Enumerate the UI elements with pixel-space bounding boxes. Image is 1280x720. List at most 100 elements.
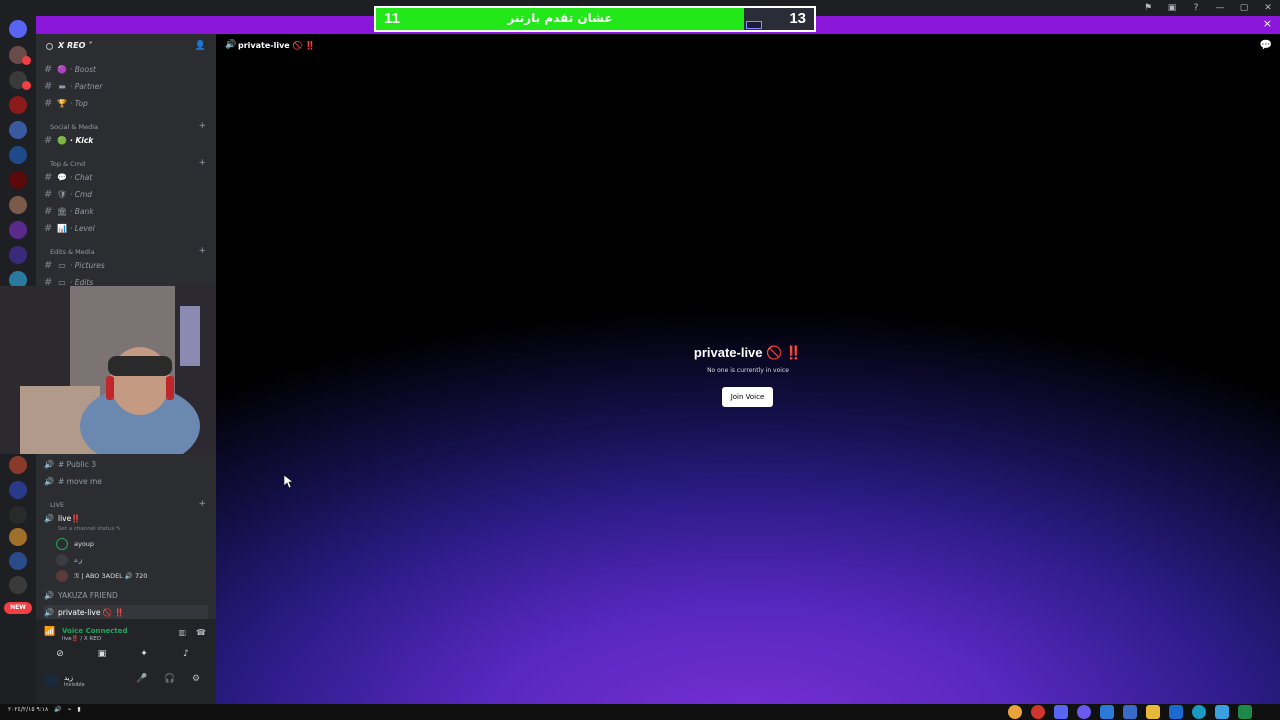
server-header[interactable]: X REO ˅ 👤 (36, 34, 216, 58)
hash-icon: # (44, 223, 53, 234)
voice-channel-private-live[interactable]: 🔊 private-live 🚫 ‼️ (44, 605, 208, 620)
voice-user[interactable]: ℛ | ABO 3ADEL 🔊 720 (56, 569, 147, 583)
noise-suppression-icon[interactable]: ▥ (178, 628, 186, 637)
voice-channel-label: # move me (58, 477, 102, 486)
edge-icon[interactable] (1192, 705, 1206, 719)
channel-label: · Pictures (70, 261, 105, 270)
category-edits-media[interactable]: Edits & Media (50, 248, 95, 256)
server-icon[interactable] (9, 246, 27, 264)
add-channel-icon[interactable]: + (198, 499, 206, 509)
soundboard-icon[interactable]: ♪ (168, 649, 204, 663)
microphone-icon[interactable]: 🎤 (136, 674, 147, 684)
excel-icon[interactable] (1238, 705, 1252, 719)
add-channel-icon[interactable]: + (198, 158, 206, 168)
channel-boost[interactable]: # 🟣 · Boost (44, 62, 208, 77)
help-icon[interactable]: ? (1184, 3, 1208, 13)
voice-channel-label: YAKUZA FRIEND (58, 591, 118, 600)
inbox-icon[interactable]: ▣ (1160, 3, 1184, 13)
channel-top[interactable]: # 🏆 · Top (44, 96, 208, 111)
signal-icon[interactable]: 📶 (44, 627, 55, 637)
tray-clock[interactable]: ٩:١٨ ٢٠٢٤/٢/١٥ (4, 706, 48, 713)
category-top-cmd[interactable]: Top & Cmd (50, 160, 85, 168)
add-channel-icon[interactable]: + (198, 121, 206, 131)
file-explorer-icon[interactable] (1146, 705, 1160, 719)
channel-status-setter[interactable]: Set a channel status ✎ (58, 526, 121, 532)
avatar (56, 538, 68, 550)
voice-user[interactable]: ayoup (56, 537, 94, 551)
server-icon[interactable] (9, 552, 27, 570)
channel-level[interactable]: # 📊 · Level (44, 221, 208, 236)
channel-emoji: 💬 (57, 173, 67, 182)
outlook-icon[interactable] (1169, 705, 1183, 719)
settings-gear-icon[interactable]: ⚙ (192, 674, 200, 684)
channel-label: · Chat (70, 173, 93, 182)
voice-channel-yakuza-friend[interactable]: 🔊 YAKUZA FRIEND (44, 588, 208, 603)
goal-progress-fill: 11 عشان تقدم بارتنر (376, 8, 744, 30)
server-icon[interactable] (9, 456, 27, 474)
channel-emoji: ▬ (58, 82, 66, 91)
server-icon[interactable] (9, 481, 27, 499)
add-channel-icon[interactable]: + (198, 246, 206, 256)
server-icon[interactable] (9, 121, 27, 139)
minimize-icon[interactable]: — (1208, 3, 1232, 13)
server-icon[interactable] (9, 576, 27, 594)
server-icon[interactable] (9, 528, 27, 546)
voice-location[interactable]: live‼️ / X REO (62, 636, 101, 642)
channel-pictures[interactable]: # ▭ · Pictures (44, 258, 208, 273)
voice-user[interactable]: ز.د (56, 553, 82, 567)
voice-channel-public3[interactable]: 🔊 # Public 3 (44, 457, 208, 472)
channel-label: · Boost (70, 65, 96, 74)
user-avatar[interactable] (44, 673, 58, 687)
activities-icon[interactable]: ✦ (126, 649, 162, 663)
discord-home-icon[interactable] (9, 20, 27, 38)
maximize-icon[interactable]: ▢ (1232, 3, 1256, 13)
voice-channel-live[interactable]: 🔊 live‼️ (44, 511, 208, 526)
empty-voice-title: private-live 🚫 ‼️ (693, 345, 803, 360)
server-name[interactable]: X REO ˅ (58, 41, 92, 50)
screen-share-icon[interactable]: ▣ (84, 649, 120, 663)
chrome-icon[interactable] (1008, 705, 1022, 719)
channel-kick[interactable]: # 🟢 · Kick (44, 133, 208, 148)
banner-close-icon[interactable]: × (1263, 17, 1272, 30)
close-icon[interactable]: ✕ (1256, 3, 1280, 13)
server-icon[interactable] (9, 96, 27, 114)
headphones-icon[interactable]: 🎧 (164, 674, 175, 684)
channel-label: · Cmd (70, 190, 93, 199)
network-icon[interactable]: ⌁ (68, 706, 72, 713)
server-icon[interactable] (9, 146, 27, 164)
system-tray: ٩:١٨ ٢٠٢٤/٢/١٥ 🔊 ⌁ ▮ (4, 706, 81, 713)
server-icon[interactable] (9, 171, 27, 189)
store-icon[interactable] (1123, 705, 1137, 719)
chrome-alt-icon[interactable] (1031, 705, 1045, 719)
channel-bank[interactable]: # 🏛 · Bank (44, 204, 208, 219)
webcam-overlay (0, 286, 251, 454)
hash-icon: # (44, 189, 53, 200)
hash-icon: # (44, 64, 53, 75)
server-icon[interactable] (9, 221, 27, 239)
voice-channel-label: private-live 🚫 ‼️ (58, 608, 124, 617)
server-icon[interactable] (9, 506, 27, 524)
disconnect-icon[interactable]: ☎ (196, 628, 206, 637)
category-social-media[interactable]: Social & Media (50, 123, 98, 131)
category-live[interactable]: LIVE (50, 501, 64, 509)
speaker-icon: 🔊 (225, 40, 237, 50)
obs-icon[interactable] (1077, 705, 1091, 719)
invite-icon[interactable]: 👤 (195, 41, 206, 51)
camera-off-icon[interactable]: ⊘ (42, 649, 78, 663)
voice-channel-move-me[interactable]: 🔊 # move me (44, 474, 208, 489)
flag-icon[interactable]: ⚑ (1136, 3, 1160, 13)
discord-icon[interactable] (1054, 705, 1068, 719)
server-icon[interactable] (9, 196, 27, 214)
paint-icon[interactable] (1215, 705, 1229, 719)
channel-chat[interactable]: # 💬 · Chat (44, 170, 208, 185)
channel-cmd[interactable]: # 🛡 · Cmd (44, 187, 208, 202)
join-voice-button[interactable]: Join Voice (722, 387, 773, 407)
channel-partner[interactable]: # ▬ · Partner (44, 79, 208, 94)
battery-icon[interactable]: ▮ (77, 706, 80, 713)
voice-user-name: ℛ | ABO 3ADEL 🔊 720 (74, 572, 148, 580)
volume-icon[interactable]: 🔊 (54, 706, 61, 713)
mail-icon[interactable] (1100, 705, 1114, 719)
webcam-feed-image (0, 286, 251, 454)
chat-bubble-icon[interactable]: 💬 (1260, 40, 1272, 51)
avatar (56, 570, 68, 582)
